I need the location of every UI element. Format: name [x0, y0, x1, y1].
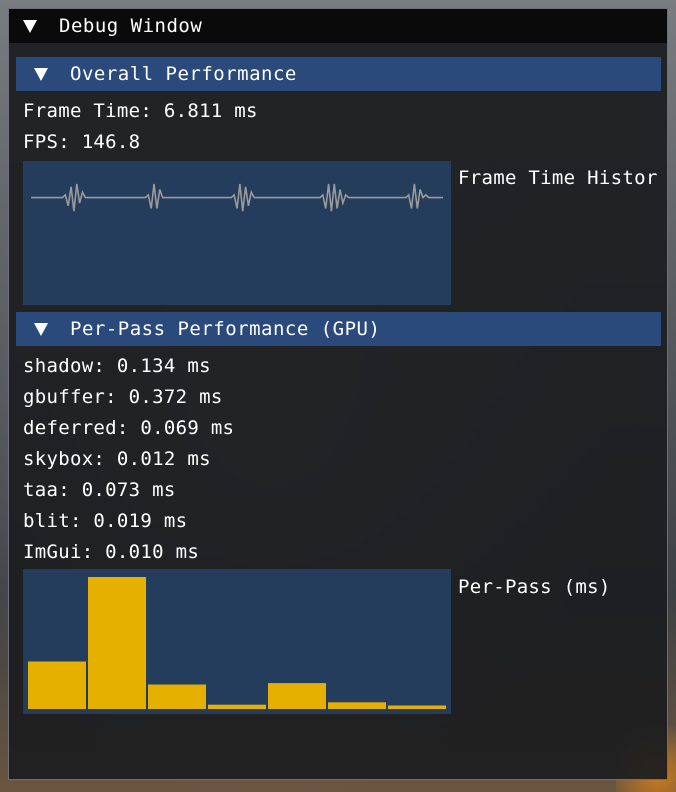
per-pass-bar-chart	[28, 577, 446, 709]
per-pass-label: Per-Pass (ms)	[458, 576, 611, 598]
pass-shadow-text: shadow: 0.134 ms	[23, 355, 211, 377]
frame-time-text: Frame Time: 6.811 ms	[23, 100, 258, 122]
per-pass-performance-label: Per-Pass Performance (GPU)	[70, 318, 381, 340]
per-pass-histogram[interactable]	[23, 569, 451, 714]
pass-gbuffer-text: gbuffer: 0.372 ms	[23, 386, 223, 408]
bar-gbuffer	[88, 577, 146, 709]
frame-time-history-plot[interactable]	[23, 161, 451, 305]
bar-blit	[328, 702, 386, 709]
collapse-triangle-icon[interactable]	[34, 322, 48, 336]
bar-ImGui	[388, 705, 446, 709]
pass-deferred-text: deferred: 0.069 ms	[23, 417, 235, 439]
pass-skybox-text: skybox: 0.012 ms	[23, 448, 211, 470]
collapse-triangle-icon[interactable]	[34, 67, 48, 81]
overall-performance-label: Overall Performance	[70, 63, 297, 85]
window-title: Debug Window	[59, 15, 203, 37]
pass-blit-text: blit: 0.019 ms	[23, 510, 188, 532]
pass-taa-text: taa: 0.073 ms	[23, 479, 176, 501]
frame-time-history-label: Frame Time Histor	[458, 167, 658, 189]
overall-performance-header[interactable]: Overall Performance	[16, 57, 661, 91]
fps-text: FPS: 146.8	[23, 131, 141, 153]
window-titlebar[interactable]: Debug Window	[9, 9, 667, 43]
pass-imgui-text: ImGui: 0.010 ms	[23, 541, 200, 563]
frame-time-line-chart	[31, 183, 443, 212]
collapse-triangle-icon[interactable]	[23, 19, 37, 33]
bar-shadow	[28, 661, 86, 709]
bar-taa	[268, 683, 326, 709]
bar-deferred	[148, 684, 206, 709]
per-pass-performance-header[interactable]: Per-Pass Performance (GPU)	[16, 312, 661, 346]
debug-window[interactable]: Debug Window Overall Performance Frame T…	[8, 8, 668, 780]
frame-time-series-line	[31, 183, 443, 212]
bar-skybox	[208, 704, 266, 709]
